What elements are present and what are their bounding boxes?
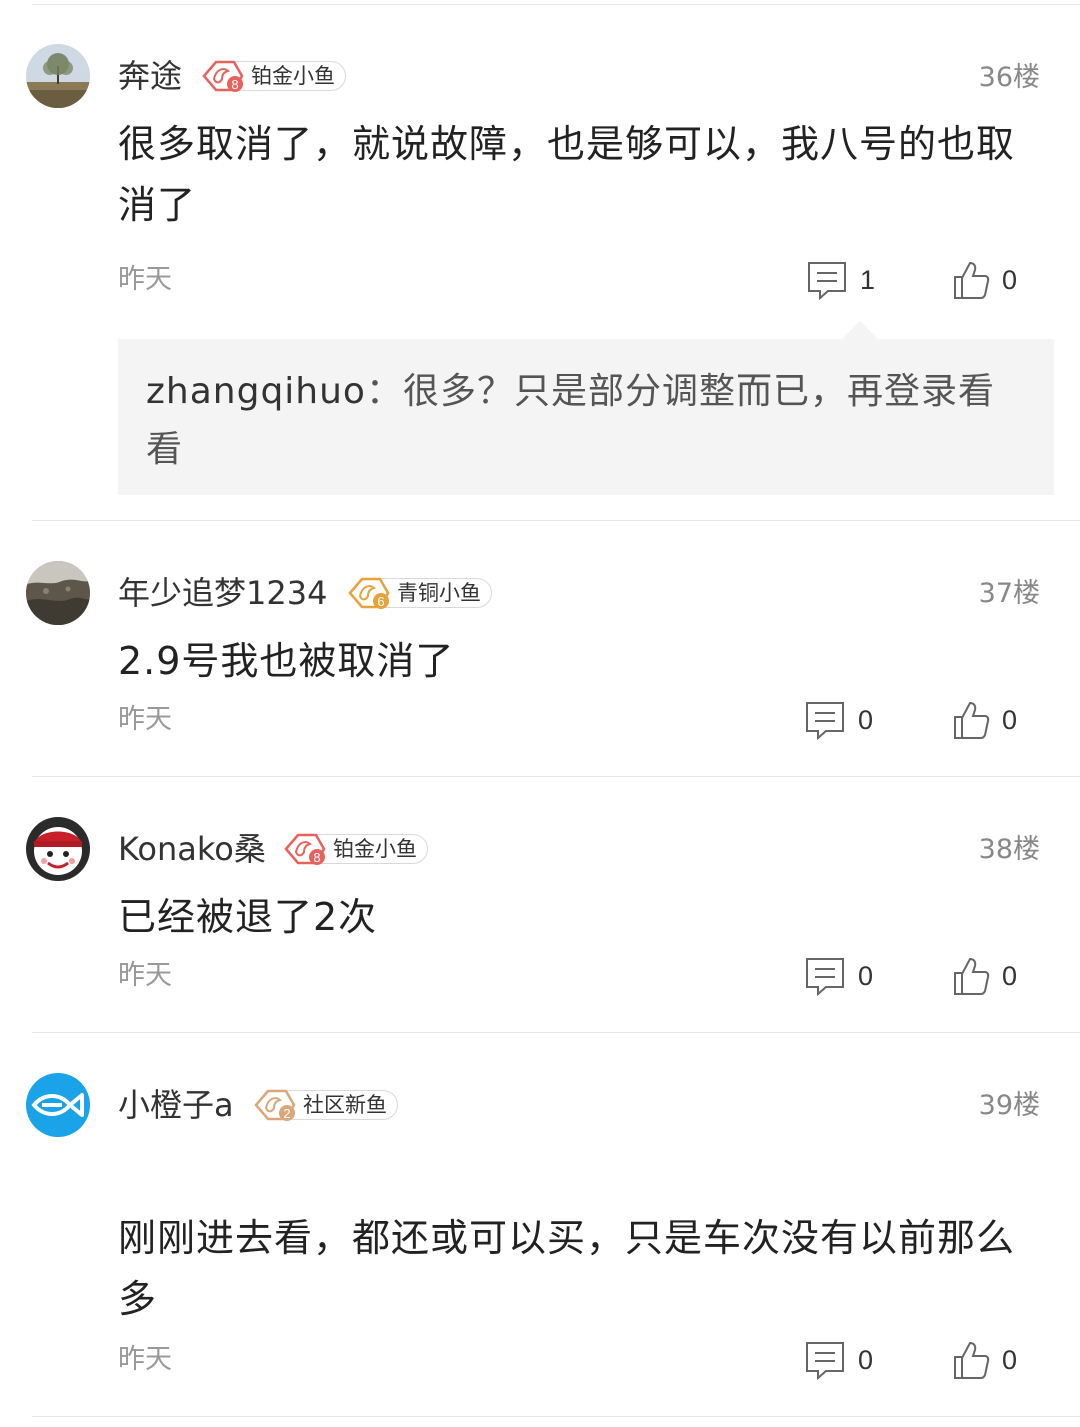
fish-badge-icon: 6 — [348, 577, 390, 609]
avatar[interactable] — [26, 1073, 90, 1137]
like-count: 0 — [1002, 704, 1018, 735]
comment-bubble-icon — [806, 702, 844, 741]
reply-count: 0 — [858, 960, 874, 991]
reply-count: 0 — [858, 704, 874, 735]
comment-text: 2.9号我也被取消了 — [118, 639, 455, 683]
like-count: 0 — [1002, 264, 1018, 295]
svg-text:8: 8 — [231, 77, 238, 92]
level-badge[interactable]: 8 铂金小鱼 — [200, 60, 346, 92]
level-badge[interactable]: 8 铂金小鱼 — [282, 833, 428, 865]
comment-time: 昨天 — [118, 704, 172, 735]
avatar[interactable] — [26, 817, 90, 881]
reply-button[interactable]: 0 — [804, 698, 873, 742]
like-count: 0 — [1002, 1344, 1018, 1375]
tree-landscape-avatar-icon — [26, 44, 90, 108]
username[interactable]: Konako桑 — [118, 829, 266, 869]
comment-bubble-icon — [806, 958, 844, 997]
fish-logo-avatar-icon — [26, 1073, 90, 1137]
comment-text: 很多取消了，就说故障，也是够可以，我八号的也取消了 — [118, 122, 1016, 227]
comment-divider — [32, 776, 1080, 777]
like-button[interactable]: 0 — [952, 258, 1017, 302]
level-badge[interactable]: 6 青铜小鱼 — [346, 577, 492, 609]
username[interactable]: 奔途 — [118, 56, 182, 96]
like-button[interactable]: 0 — [952, 954, 1017, 998]
comment-divider — [32, 1032, 1080, 1033]
thumbs-up-icon — [954, 701, 990, 739]
thumbs-up-icon — [954, 1341, 990, 1379]
reply-button[interactable]: 1 — [806, 258, 875, 302]
like-button[interactable]: 0 — [952, 698, 1017, 742]
reply-count: 1 — [860, 264, 876, 295]
smiley-avatar-icon — [26, 817, 90, 881]
comment-bubble-icon — [806, 1342, 844, 1381]
reply-username[interactable]: zhangqihuo — [146, 371, 366, 412]
top-divider — [32, 4, 1080, 5]
reply-separator: ： — [365, 371, 403, 412]
avatar[interactable] — [26, 561, 90, 625]
floor-number: 38楼 — [978, 834, 1040, 865]
like-count: 0 — [1002, 960, 1018, 991]
svg-text:2: 2 — [283, 1106, 290, 1121]
comment-bubble-icon — [808, 262, 846, 301]
like-button[interactable]: 0 — [952, 1338, 1017, 1382]
reply-count: 0 — [858, 1344, 874, 1375]
thumbs-up-icon — [954, 957, 990, 995]
level-badge[interactable]: 2 社区新鱼 — [252, 1089, 398, 1121]
floor-number: 39楼 — [978, 1090, 1040, 1121]
svg-text:6: 6 — [377, 594, 384, 609]
comment-text: 刚刚进去看，都还或可以买，只是车次没有以前那么多 — [118, 1216, 1016, 1321]
reply-button[interactable]: 0 — [804, 954, 873, 998]
avatar[interactable] — [26, 44, 90, 108]
comment-divider — [32, 1416, 1080, 1417]
svg-text:8: 8 — [313, 850, 320, 865]
comment-time: 昨天 — [118, 1344, 172, 1375]
comment-divider — [32, 520, 1080, 521]
floor-number: 36楼 — [978, 62, 1040, 93]
comment-text: 已经被退了2次 — [118, 895, 378, 939]
fish-badge-icon: 2 — [254, 1089, 296, 1121]
username[interactable]: 小橙子a — [118, 1085, 234, 1125]
thumbs-up-icon — [954, 261, 990, 299]
reply-button[interactable]: 0 — [804, 1338, 873, 1382]
fish-badge-icon: 8 — [284, 833, 326, 865]
reply-caret — [842, 321, 878, 339]
comment-time: 昨天 — [118, 960, 172, 991]
floor-number: 37楼 — [978, 578, 1040, 609]
rocky-shore-avatar-icon — [26, 561, 90, 625]
fish-badge-icon: 8 — [202, 60, 244, 92]
username[interactable]: 年少追梦1234 — [118, 573, 327, 613]
sub-reply[interactable]: zhangqihuo：很多？只是部分调整而已，再登录看看 — [118, 339, 1054, 495]
comment-time: 昨天 — [118, 264, 172, 295]
